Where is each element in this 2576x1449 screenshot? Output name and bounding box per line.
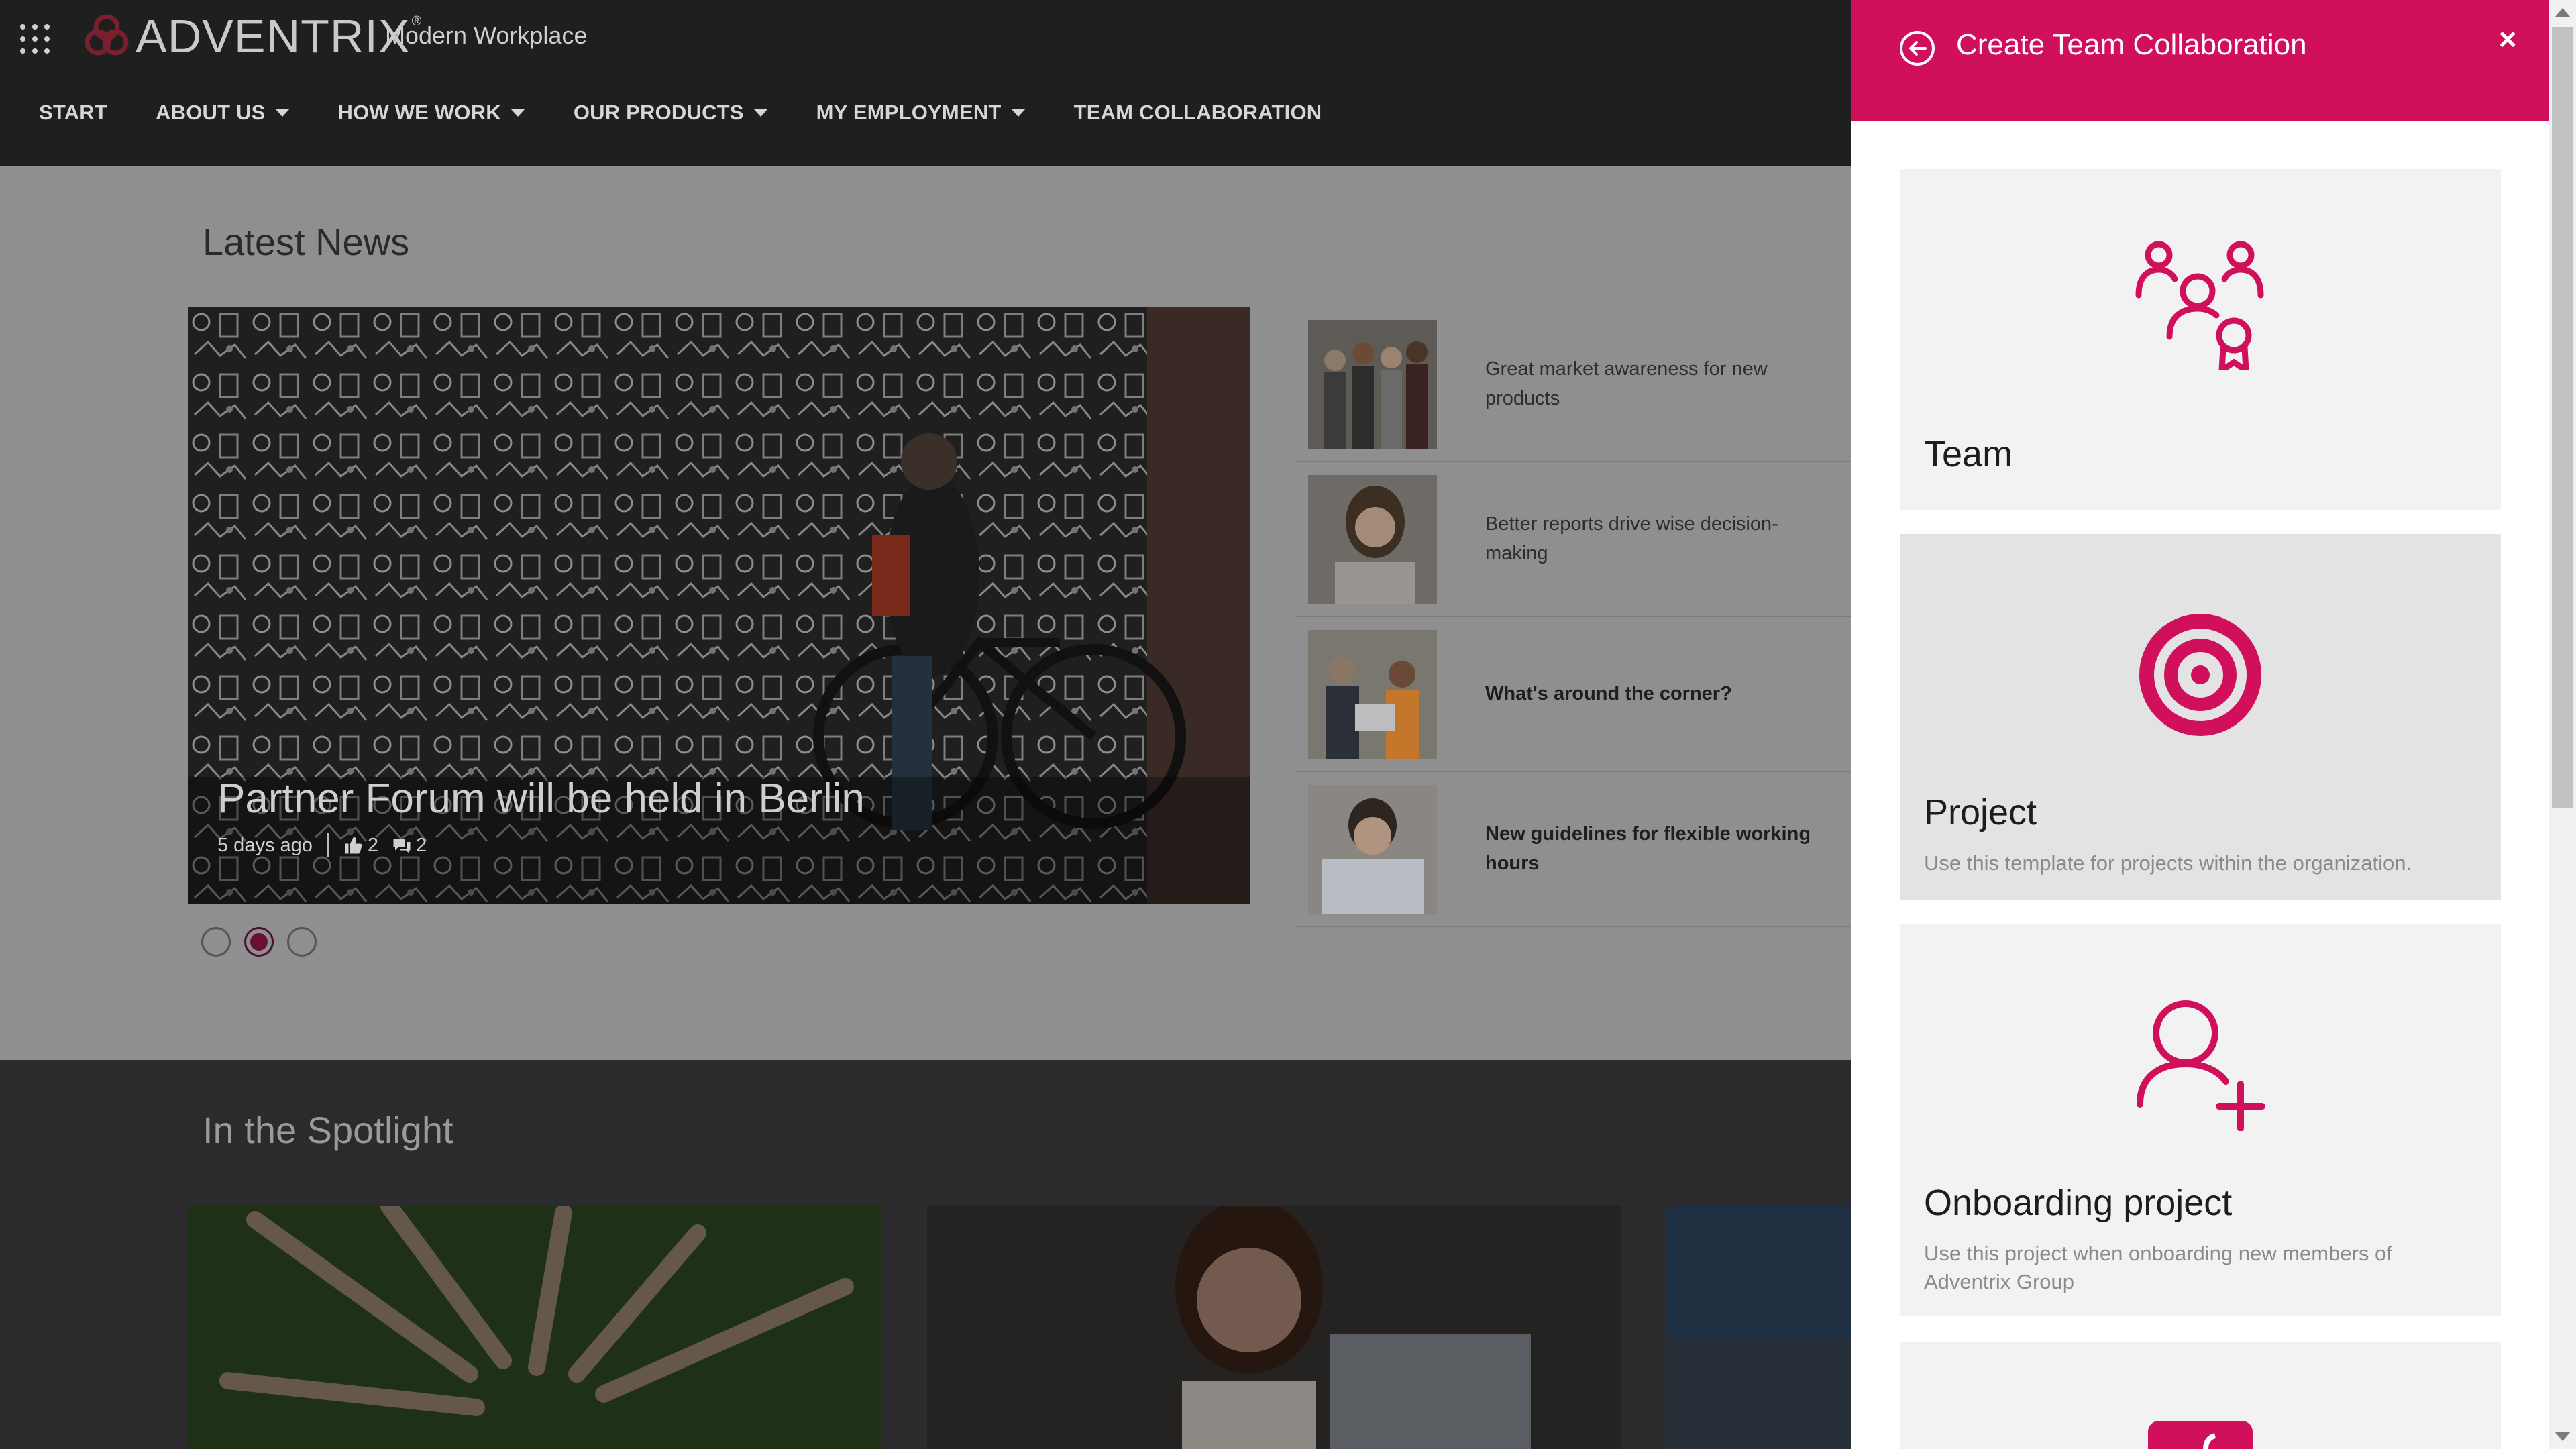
- add-user-icon: [2137, 1000, 2265, 1131]
- spotlight-card[interactable]: [927, 1206, 1621, 1449]
- spotlight-card[interactable]: [1665, 1206, 1851, 1449]
- card-title: Onboarding project: [1924, 1183, 2233, 1223]
- meta-divider: [327, 833, 329, 857]
- logo-mark-icon: [85, 14, 129, 56]
- template-icon: [2148, 1421, 2253, 1449]
- latest-news-section: Latest News Partner Forum will be held i…: [0, 166, 1851, 1060]
- nav-label: OUR PRODUCTS: [573, 101, 744, 124]
- back-arrow-icon[interactable]: [1898, 30, 1936, 67]
- spotlight-section: In the Spotlight: [0, 1060, 1851, 1449]
- team-icon: [2135, 241, 2264, 370]
- news-list-item[interactable]: Great market awareness for new products: [1295, 307, 1851, 462]
- brand-name: ADVENTRIX: [136, 10, 411, 62]
- site-title[interactable]: Modern Workplace: [385, 21, 587, 50]
- card-title: Project: [1924, 792, 2037, 833]
- comment-count: 2: [416, 834, 427, 856]
- news-list: Great market awareness for new products …: [1295, 307, 1851, 927]
- hero-title[interactable]: Partner Forum will be held in Berlin: [217, 775, 865, 822]
- main-navigation: START ABOUT US HOW WE WORK OUR PRODUCTS …: [39, 101, 1370, 125]
- caret-down-icon: [274, 109, 290, 117]
- scrollbar-thumb[interactable]: [2552, 27, 2573, 808]
- app-launcher-icon[interactable]: [20, 24, 50, 54]
- caret-down-icon: [753, 109, 768, 117]
- news-hero-slide[interactable]: Partner Forum will be held in Berlin 5 d…: [188, 307, 1250, 904]
- news-title: New guidelines for flexible working hour…: [1485, 823, 1811, 874]
- hero-age: 5 days ago: [217, 834, 313, 856]
- nav-my-employment[interactable]: MY EMPLOYMENT: [816, 101, 1026, 125]
- nav-label: ABOUT US: [156, 101, 266, 124]
- target-icon: [2139, 614, 2261, 736]
- news-title: What's around the corner?: [1485, 682, 1732, 704]
- template-card-partial[interactable]: [1900, 1342, 2501, 1449]
- nav-our-products[interactable]: OUR PRODUCTS: [574, 101, 768, 125]
- like-count: 2: [367, 834, 379, 856]
- news-thumbnail: [1308, 784, 1437, 914]
- nav-start[interactable]: START: [39, 101, 107, 125]
- comments-icon[interactable]: [392, 835, 412, 855]
- nav-label: START: [39, 101, 108, 124]
- create-team-collaboration-panel: Create Team Collaboration × Team Project: [1851, 0, 2549, 1449]
- spotlight-image: [927, 1206, 1621, 1449]
- news-thumbnail: [1308, 474, 1437, 604]
- news-title: Great market awareness for new products: [1485, 358, 1768, 409]
- spotlight-image: [188, 1206, 881, 1449]
- news-thumbnail: [1308, 319, 1437, 449]
- nav-how-we-work[interactable]: HOW WE WORK: [338, 101, 525, 125]
- nav-label: MY EMPLOYMENT: [816, 101, 1002, 124]
- thumbs-up-icon[interactable]: [343, 835, 364, 855]
- card-description: Use this template for projects within th…: [1924, 851, 2412, 875]
- hero-caption: Partner Forum will be held in Berlin 5 d…: [217, 775, 865, 857]
- caret-down-icon: [1010, 109, 1026, 117]
- hero-meta: 5 days ago 2 2: [217, 833, 865, 857]
- carousel-dot-2[interactable]: [244, 927, 274, 957]
- template-card-project[interactable]: Project Use this template for projects w…: [1900, 534, 2501, 900]
- nav-label: TEAM COLLABORATION: [1073, 101, 1322, 124]
- spotlight-image: [1665, 1206, 1851, 1449]
- news-list-item[interactable]: New guidelines for flexible working hour…: [1295, 772, 1851, 927]
- template-card-team[interactable]: Team: [1900, 169, 2501, 510]
- news-title: Better reports drive wise decision-makin…: [1485, 513, 1778, 564]
- carousel-dot-3[interactable]: [287, 927, 317, 957]
- news-list-item[interactable]: Better reports drive wise decision-makin…: [1295, 462, 1851, 617]
- brand-logo[interactable]: ADVENTRIX ®: [82, 9, 421, 63]
- caret-down-icon: [510, 109, 525, 117]
- template-card-onboarding-project[interactable]: Onboarding project Use this project when…: [1900, 924, 2501, 1316]
- nav-label: HOW WE WORK: [337, 101, 501, 124]
- section-title: In the Spotlight: [203, 1109, 453, 1151]
- news-thumbnail: [1308, 629, 1437, 759]
- news-list-item[interactable]: What's around the corner?: [1295, 617, 1851, 772]
- panel-header: Create Team Collaboration ×: [1851, 0, 2549, 121]
- carousel-dot-1[interactable]: [201, 927, 231, 957]
- card-description: Use this project when onboarding new mem…: [1924, 1242, 2392, 1293]
- spotlight-card[interactable]: [188, 1206, 881, 1449]
- nav-about-us[interactable]: ABOUT US: [156, 101, 290, 125]
- card-title: Team: [1924, 434, 2013, 474]
- nav-team-collaboration[interactable]: TEAM COLLABORATION: [1074, 101, 1322, 125]
- scroll-up-icon[interactable]: [2555, 8, 2571, 17]
- close-icon[interactable]: ×: [2493, 23, 2522, 54]
- scroll-down-icon[interactable]: [2555, 1432, 2571, 1441]
- section-title: Latest News: [203, 221, 410, 263]
- carousel-pagination: [201, 927, 317, 957]
- panel-title: Create Team Collaboration: [1956, 28, 2307, 61]
